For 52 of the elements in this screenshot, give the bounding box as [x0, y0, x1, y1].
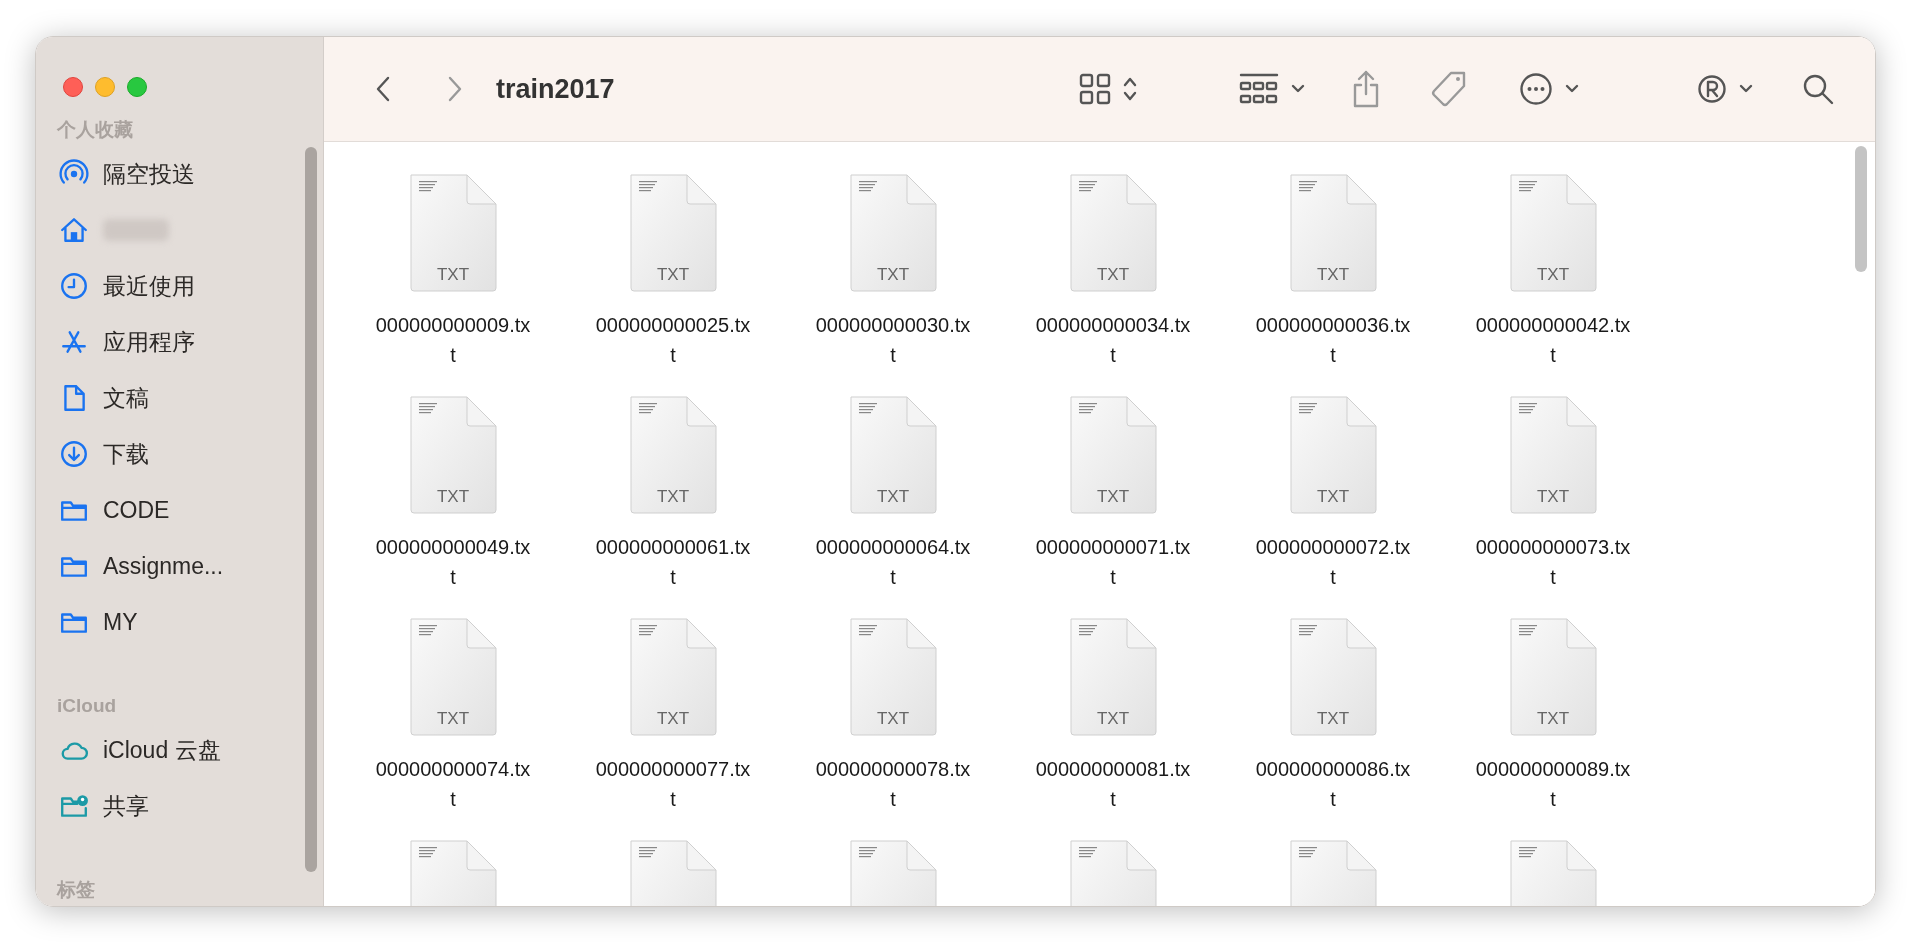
sidebar-item[interactable]: CODE: [36, 482, 323, 538]
sidebar-item[interactable]: MY: [36, 594, 323, 650]
file-item[interactable]: TXT 000000000078.txt: [813, 616, 973, 814]
file-item[interactable]: TXT 000000000089.txt: [1473, 616, 1633, 814]
sidebar-item[interactable]: Assignme...: [36, 538, 323, 594]
sidebar-item[interactable]: iCloud 云盘: [36, 722, 323, 778]
sidebar-item[interactable]: 应用程序: [36, 314, 323, 370]
file-item[interactable]: TXT 000000000036.txt: [1253, 172, 1413, 370]
file-item[interactable]: TXT 000000000081.txt: [1033, 616, 1193, 814]
sidebar-item[interactable]: 文稿: [36, 370, 323, 426]
scrollbar-thumb[interactable]: [1855, 146, 1867, 272]
file-item[interactable]: TXT 000000000049.txt: [373, 394, 533, 592]
file-item[interactable]: TXT 000000000061.txt: [593, 394, 753, 592]
section-header: iCloud: [56, 693, 118, 718]
home-icon: [59, 215, 89, 245]
section-header: 个人收藏: [56, 117, 134, 142]
window-title: train2017: [496, 72, 615, 106]
file-item[interactable]: TXT 000000000064.txt: [813, 394, 973, 592]
file-item[interactable]: TXT 000000000077.txt: [593, 616, 753, 814]
scrollbar-thumb[interactable]: [305, 147, 317, 872]
minimize-button[interactable]: [95, 77, 115, 97]
download-icon: [59, 439, 89, 469]
chevron-left-icon: [375, 75, 391, 103]
search-icon: [1801, 72, 1835, 106]
file-item[interactable]: TXT 000000000071.txt: [1033, 394, 1193, 592]
file-item[interactable]: TXT 000000000030.txt: [813, 172, 973, 370]
file-item[interactable]: TXT 000000000072.txt: [1253, 394, 1413, 592]
chevron-down-icon: [1291, 84, 1305, 94]
file-item[interactable]: TXT 000000000009.txt: [373, 172, 533, 370]
section-header: 标签: [55, 877, 96, 902]
chevron-right-icon: [447, 75, 463, 103]
file-item[interactable]: TXT 000000000025.txt: [593, 172, 753, 370]
file-item[interactable]: TXT 000000000042.txt: [1473, 172, 1633, 370]
registered-circle-icon: [1697, 74, 1727, 104]
share-icon: [1351, 69, 1381, 109]
chevron-down-icon: [1739, 84, 1753, 94]
up-down-chevron-icon: [1123, 76, 1137, 102]
file-item[interactable]: TXT 000000000086.txt: [1253, 616, 1413, 814]
file-item[interactable]: TXT 000000000073.txt: [1473, 394, 1633, 592]
chevron-down-icon: [1565, 84, 1579, 94]
sidebar-item[interactable]: 下载: [36, 426, 323, 482]
clock-icon: [59, 271, 89, 301]
zoom-button[interactable]: [127, 77, 147, 97]
more-icon: [1519, 72, 1553, 106]
grid-icon: [1079, 73, 1111, 105]
sidebar-item[interactable]: 共享: [36, 778, 323, 834]
sidebar-item[interactable]: 最近使用: [36, 258, 323, 314]
close-button[interactable]: [63, 77, 83, 97]
grouped-items-icon: [1239, 73, 1279, 105]
file-item[interactable]: TXT 000000000034.txt: [1033, 172, 1193, 370]
sidebar-item[interactable]: 隔空投送: [36, 146, 323, 202]
file-item[interactable]: TXT 000000000074.txt: [373, 616, 533, 814]
